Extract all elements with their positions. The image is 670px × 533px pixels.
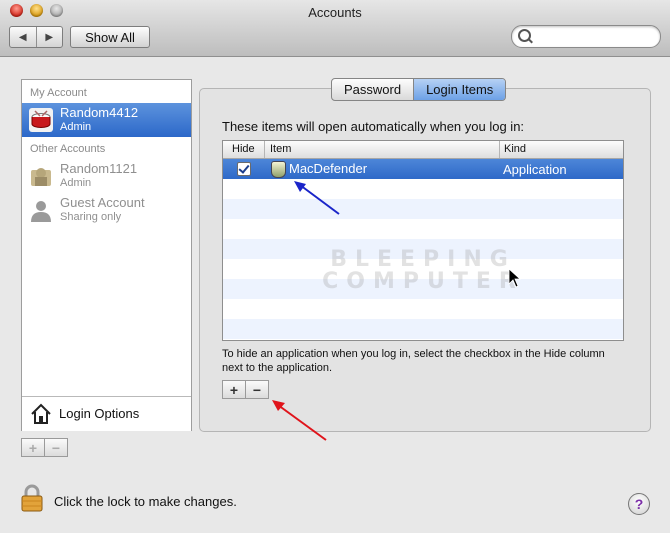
red-arrow-icon: [272, 400, 327, 441]
help-icon: ?: [634, 496, 644, 512]
tab-bar: Password Login Items: [331, 78, 507, 101]
mouse-cursor-icon: [508, 268, 522, 288]
accounts-window: Accounts ◀ ▶ Show All My Account Random4…: [0, 0, 670, 533]
help-button[interactable]: ?: [628, 493, 650, 515]
blue-arrow-icon: [294, 181, 340, 215]
lock-icon[interactable]: [21, 484, 43, 512]
tab-password[interactable]: Password: [332, 79, 413, 100]
tab-login-items[interactable]: Login Items: [413, 79, 506, 100]
lock-message: Click the lock to make changes.: [54, 494, 237, 509]
